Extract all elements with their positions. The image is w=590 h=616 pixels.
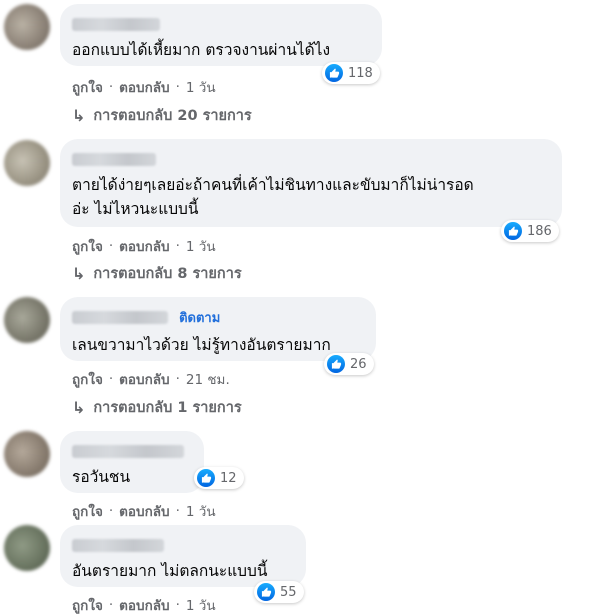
comment-actions: ถูกใจ · ตอบกลับ · 21 ชม.: [72, 368, 230, 390]
separator: ·: [108, 79, 114, 95]
like-link[interactable]: ถูกใจ: [72, 368, 103, 390]
separator: ·: [175, 503, 180, 519]
separator: ·: [175, 238, 180, 254]
commenter-name[interactable]: [72, 311, 168, 324]
commenter-name[interactable]: [72, 153, 156, 166]
reply-arrow-icon: ↳: [72, 106, 86, 125]
separator: ·: [108, 597, 114, 613]
comment-actions: ถูกใจ · ตอบกลับ · 1 วัน: [72, 76, 216, 98]
comment-text: เลนขวามาไวด้วย ไม่รู้ทางอันตรายมาก: [72, 336, 331, 354]
comment-text: ตายได้ง่ายๆเลยอ่ะถ้าคนที่เค้าไม่ชินทางแล…: [72, 176, 474, 218]
follow-link[interactable]: ติดตาม: [179, 307, 220, 328]
timestamp[interactable]: 1 วัน: [186, 594, 216, 616]
reaction-count-value: 118: [348, 65, 373, 81]
commenter-name[interactable]: [72, 539, 164, 552]
reply-link[interactable]: ตอบกลับ: [119, 368, 169, 390]
reaction-count-value: 186: [527, 223, 552, 239]
reaction-count[interactable]: 26: [324, 353, 374, 375]
like-link[interactable]: ถูกใจ: [72, 235, 103, 257]
comment-bubble: รอวันชน: [60, 431, 204, 493]
separator: ·: [175, 597, 180, 613]
avatar[interactable]: [4, 140, 50, 186]
reaction-count[interactable]: 186: [501, 220, 559, 242]
comment-text: รอวันชน: [72, 468, 131, 486]
replies-label: การตอบกลับ 1 รายการ: [93, 400, 242, 416]
replies-label: การตอบกลับ 20 รายการ: [93, 108, 252, 124]
like-link[interactable]: ถูกใจ: [72, 76, 103, 98]
separator: ·: [108, 238, 114, 254]
comment-bubble: อันตรายมาก ไม่ตลกนะแบบนี้: [60, 525, 306, 587]
reaction-count[interactable]: 55: [254, 581, 304, 603]
timestamp[interactable]: 1 วัน: [186, 235, 216, 257]
separator: ·: [108, 371, 114, 387]
reaction-count-value: 55: [280, 584, 297, 600]
reply-link[interactable]: ตอบกลับ: [119, 235, 169, 257]
like-link[interactable]: ถูกใจ: [72, 594, 103, 616]
comment-bubble: ตายได้ง่ายๆเลยอ่ะถ้าคนที่เค้าไม่ชินทางแล…: [60, 139, 562, 227]
comment-text: อันตรายมาก ไม่ตลกนะแบบนี้: [72, 562, 268, 580]
separator: ·: [175, 371, 180, 387]
thumbs-up-icon: [504, 222, 522, 240]
comment-text: ออกแบบได้เหี้ยมาก ตรวจงานผ่านได้ไง: [72, 41, 331, 59]
comment-bubble: ติดตาม เลนขวามาไวด้วย ไม่รู้ทางอันตรายมา…: [60, 297, 376, 361]
timestamp[interactable]: 21 ชม.: [186, 368, 230, 390]
comment-actions: ถูกใจ · ตอบกลับ · 1 วัน: [72, 235, 216, 257]
avatar[interactable]: [4, 297, 50, 343]
timestamp[interactable]: 1 วัน: [186, 76, 216, 98]
comment-actions: ถูกใจ · ตอบกลับ · 1 วัน: [72, 594, 216, 616]
thumbs-up-icon: [257, 583, 275, 601]
reply-link[interactable]: ตอบกลับ: [119, 500, 169, 522]
avatar[interactable]: [4, 431, 50, 477]
avatar[interactable]: [4, 4, 50, 50]
reply-arrow-icon: ↳: [72, 398, 86, 417]
view-replies-link[interactable]: ↳ การตอบกลับ 8 รายการ: [72, 262, 242, 285]
reaction-count-value: 12: [220, 470, 237, 486]
separator: ·: [108, 503, 114, 519]
reaction-count[interactable]: 12: [194, 467, 244, 489]
avatar[interactable]: [4, 525, 50, 571]
like-link[interactable]: ถูกใจ: [72, 500, 103, 522]
commenter-name[interactable]: [72, 445, 184, 458]
reply-arrow-icon: ↳: [72, 264, 86, 283]
thumbs-up-icon: [327, 355, 345, 373]
view-replies-link[interactable]: ↳ การตอบกลับ 1 รายการ: [72, 396, 242, 419]
timestamp[interactable]: 1 วัน: [186, 500, 216, 522]
comment-actions: ถูกใจ · ตอบกลับ · 1 วัน: [72, 500, 216, 522]
view-replies-link[interactable]: ↳ การตอบกลับ 20 รายการ: [72, 104, 252, 127]
commenter-name[interactable]: [72, 18, 160, 31]
separator: ·: [175, 79, 180, 95]
comment-bubble: ออกแบบได้เหี้ยมาก ตรวจงานผ่านได้ไง: [60, 4, 382, 66]
reply-link[interactable]: ตอบกลับ: [119, 76, 169, 98]
replies-label: การตอบกลับ 8 รายการ: [93, 266, 242, 282]
reaction-count-value: 26: [350, 356, 367, 372]
thumbs-up-icon: [325, 64, 343, 82]
reaction-count[interactable]: 118: [322, 62, 380, 84]
thumbs-up-icon: [197, 469, 215, 487]
reply-link[interactable]: ตอบกลับ: [119, 594, 169, 616]
